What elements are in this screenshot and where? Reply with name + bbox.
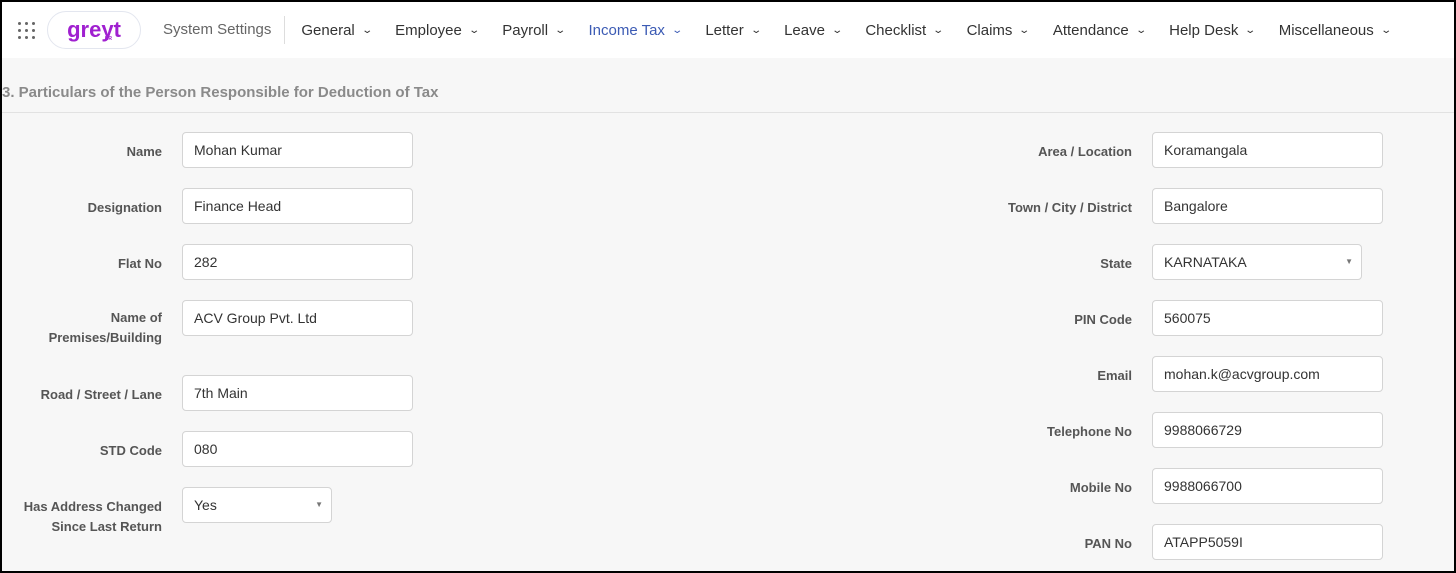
text-input[interactable]: 7th Main — [182, 375, 413, 411]
nav-payroll[interactable]: Payroll ⌄ — [502, 21, 567, 39]
logo-text: greyt — [67, 17, 121, 42]
text-input[interactable]: 560075 — [1152, 300, 1383, 336]
form-row: Flat No 282 — [2, 244, 413, 300]
text-input[interactable]: mohan.k@acvgroup.com — [1152, 356, 1383, 392]
logo-sub: HR — [104, 36, 112, 42]
text-input[interactable]: 080 — [182, 431, 413, 467]
section-title: 3. Particulars of the Person Responsible… — [2, 58, 1454, 113]
field-label: Name of Premises/Building — [48, 310, 162, 345]
form-row: PAN No ATAPP5059I — [1002, 524, 1383, 571]
nav-label: Checklist — [865, 21, 927, 39]
nav-label: Income Tax — [588, 21, 665, 39]
form-row: Email mohan.k@acvgroup.com — [1002, 356, 1383, 412]
form-row: Town / City / District Bangalore — [1002, 188, 1383, 244]
nav-leave[interactable]: Leave ⌄ — [784, 21, 844, 39]
chevron-down-icon: ⌄ — [831, 24, 844, 36]
field-label: Flat No — [117, 256, 162, 271]
form-row: Designation Finance Head — [2, 188, 413, 244]
select-field[interactable]: KARNATAKA — [1152, 244, 1362, 280]
field-label: Mobile No — [1069, 480, 1132, 495]
chevron-down-icon: ⌄ — [932, 24, 945, 36]
form-row: Has Address Changed Since Last Return Yes — [2, 487, 413, 543]
left-form-column: Name Mohan Kumar Designation Finance Head Fl… — [2, 132, 413, 543]
text-input[interactable]: ACV Group Pvt. Ltd — [182, 300, 413, 336]
field-label: Has Address Changed Since Last Return — [23, 499, 162, 534]
form-row: Name of Premises/Building ACV Group Pvt. … — [2, 300, 413, 375]
system-settings-label: System Settings — [163, 16, 286, 44]
text-input[interactable]: Finance Head — [182, 188, 413, 224]
nav-label: Attendance — [1052, 21, 1129, 39]
right-form-column: Area / Location Koramangala Town / City / … — [1002, 132, 1383, 571]
nav-employee[interactable]: Employee ⌄ — [395, 21, 480, 39]
nav-claims[interactable]: Claims ⌄ — [966, 21, 1031, 39]
nav-label: Payroll — [502, 21, 549, 39]
nav-checklist[interactable]: Checklist ⌄ — [865, 21, 945, 39]
nav-miscellaneous[interactable]: Miscellaneous ⌄ — [1278, 21, 1392, 39]
form-row: Telephone No 9988066729 — [1002, 412, 1383, 468]
chevron-down-icon: ⌄ — [750, 24, 762, 36]
nav-label: Leave — [784, 21, 825, 39]
nav-label: General — [301, 21, 355, 39]
field-label: Email — [1097, 368, 1132, 383]
text-input[interactable]: ATAPP5059I — [1152, 524, 1383, 560]
nav-attendance[interactable]: Attendance ⌄ — [1052, 21, 1147, 39]
form-row: Name Mohan Kumar — [2, 132, 413, 188]
nav-label: Letter — [705, 21, 744, 39]
nav-menu: General ⌄ Employee ⌄ Payroll ⌄ Income Tax ⌄ Lett… — [301, 22, 1414, 39]
nav-letter[interactable]: Letter ⌄ — [705, 21, 762, 39]
text-input[interactable]: 9988066700 — [1152, 468, 1383, 504]
field-label: Town / City / District — [1008, 200, 1132, 215]
chevron-down-icon: ⌄ — [468, 24, 480, 36]
text-input[interactable]: Bangalore — [1152, 188, 1383, 224]
nav-income-tax[interactable]: Income Tax ⌄ — [588, 21, 684, 39]
form-row: Road / Street / Lane 7th Main — [2, 375, 413, 431]
text-input[interactable]: 282 — [182, 244, 413, 280]
chevron-down-icon: ⌄ — [1018, 24, 1031, 36]
greythr-logo[interactable]: greyt HR — [47, 11, 141, 49]
field-label: Road / Street / Lane — [40, 387, 162, 402]
chevron-down-icon: ⌄ — [671, 24, 684, 36]
chevron-down-icon: ⌄ — [1244, 24, 1257, 36]
form-row: PIN Code 560075 — [1002, 300, 1383, 356]
top-nav: greyt HR System Settings General ⌄ Employee… — [2, 2, 1454, 58]
chevron-down-icon: ⌄ — [1380, 24, 1392, 36]
form-row: Area / Location Koramangala — [1002, 132, 1383, 188]
nav-help-desk[interactable]: Help Desk ⌄ — [1169, 21, 1257, 39]
field-label: PIN Code — [1074, 312, 1132, 327]
select-field[interactable]: Yes — [182, 487, 332, 523]
chevron-down-icon: ⌄ — [1135, 24, 1147, 36]
nav-general[interactable]: General ⌄ — [301, 21, 373, 39]
nav-label: Employee — [395, 21, 462, 39]
field-label: Area / Location — [1038, 144, 1132, 159]
field-label: Name — [126, 144, 162, 159]
field-label: PAN No — [1084, 536, 1132, 551]
form-row: Mobile No 9988066700 — [1002, 468, 1383, 524]
chevron-down-icon: ⌄ — [554, 24, 567, 36]
form-row: STD Code 080 — [2, 431, 413, 487]
app-grid-icon[interactable] — [18, 21, 36, 39]
nav-label: Help Desk — [1169, 21, 1239, 39]
nav-label: Claims — [966, 21, 1013, 39]
text-input[interactable]: Koramangala — [1152, 132, 1383, 168]
field-label: Designation — [87, 200, 162, 215]
text-input[interactable]: 9988066729 — [1152, 412, 1383, 448]
nav-label: Miscellaneous — [1278, 21, 1374, 39]
field-label: Telephone No — [1047, 424, 1132, 439]
field-label: STD Code — [99, 443, 162, 458]
chevron-down-icon: ⌄ — [361, 24, 373, 36]
form-row: State KARNATAKA — [1002, 244, 1383, 300]
field-label: State — [1100, 256, 1132, 271]
text-input[interactable]: Mohan Kumar — [182, 132, 413, 168]
